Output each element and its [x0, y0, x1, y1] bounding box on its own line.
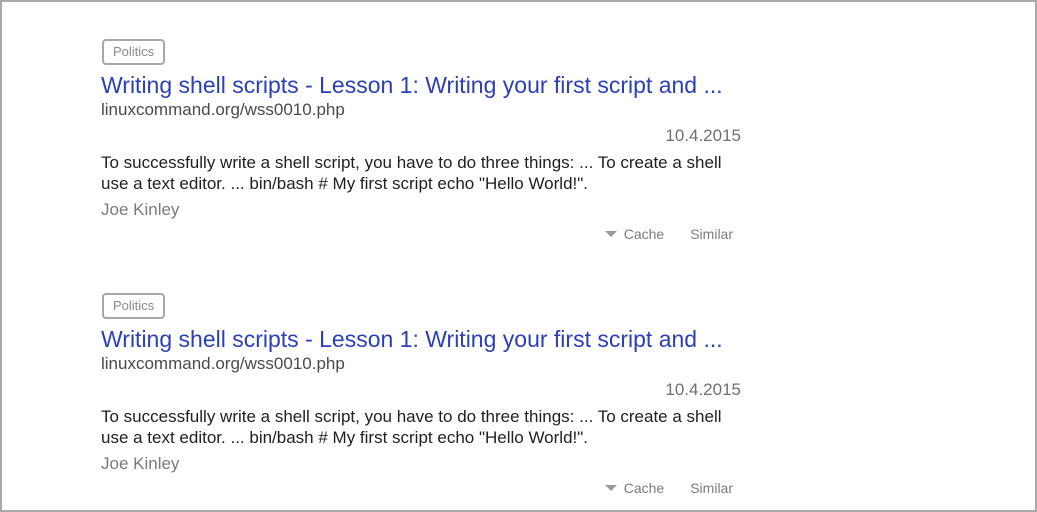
result-date: 10.4.2015 [665, 380, 741, 399]
result-snippet: To successfully write a shell script, yo… [101, 152, 741, 194]
category-tag[interactable]: Politics [102, 293, 166, 319]
result-url: linuxcommand.org/wss0010.php [101, 100, 345, 119]
cache-label: Cache [623, 480, 665, 496]
result-snippet: To successfully write a shell script, yo… [101, 406, 741, 448]
results-frame: Politics Writing shell scripts - Lesson … [0, 0, 1037, 512]
similar-button[interactable]: Similar [690, 477, 733, 499]
result-title-link[interactable]: Writing shell scripts - Lesson 1: Writin… [101, 71, 741, 99]
caret-down-icon [604, 231, 617, 238]
search-result: Politics Writing shell scripts - Lesson … [101, 293, 741, 499]
search-result: Politics Writing shell scripts - Lesson … [101, 39, 741, 245]
cache-button[interactable]: Cache [604, 477, 665, 499]
similar-button[interactable]: Similar [690, 223, 733, 245]
snippet-line: use a text editor. ... bin/bash # My fir… [101, 174, 589, 193]
result-actions: Cache Similar [101, 477, 741, 499]
caret-down-icon [604, 485, 617, 492]
snippet-line: To successfully write a shell script, yo… [101, 153, 722, 172]
category-tag[interactable]: Politics [102, 39, 166, 65]
cache-label: Cache [623, 226, 665, 242]
result-date: 10.4.2015 [665, 126, 741, 145]
cache-button[interactable]: Cache [604, 223, 665, 245]
result-actions: Cache Similar [101, 223, 741, 245]
result-url: linuxcommand.org/wss0010.php [101, 354, 345, 373]
result-author: Joe Kinley [101, 200, 180, 219]
snippet-line: use a text editor. ... bin/bash # My fir… [101, 428, 589, 447]
result-title-link[interactable]: Writing shell scripts - Lesson 1: Writin… [101, 325, 741, 353]
result-author: Joe Kinley [101, 454, 180, 473]
snippet-line: To successfully write a shell script, yo… [101, 407, 722, 426]
